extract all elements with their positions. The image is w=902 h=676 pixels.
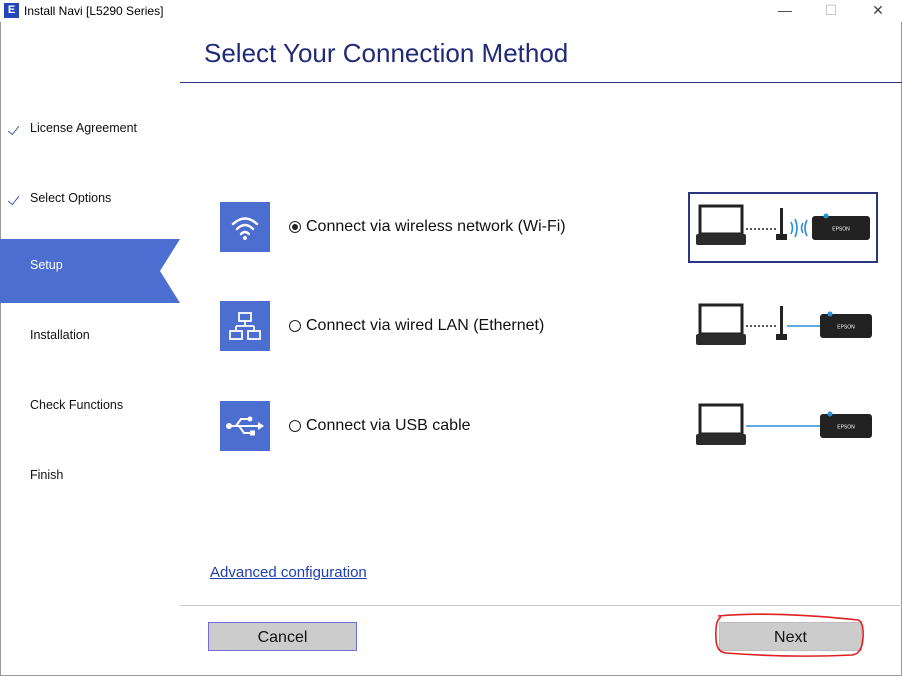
advanced-configuration-link[interactable]: Advanced configuration <box>210 564 367 581</box>
wifi-connection-diagram: EPSON <box>696 204 870 245</box>
sidebar-item-setup: Setup <box>0 239 160 303</box>
lan-radio[interactable] <box>289 320 301 332</box>
printer-brand-label: EPSON <box>837 325 855 331</box>
sidebar-item-label: Installation <box>30 328 90 342</box>
maximize-button[interactable]: ☐ <box>808 0 854 22</box>
window-title: Install Navi [L5290 Series] <box>24 4 164 18</box>
checkmark-icon <box>7 192 20 206</box>
sidebar-item-check-functions: Check Functions <box>0 374 180 438</box>
lan-option-label[interactable]: Connect via wired LAN (Ethernet) <box>306 317 544 335</box>
title-divider <box>180 82 902 83</box>
usb-option-label[interactable]: Connect via USB cable <box>306 417 471 435</box>
footer-divider <box>180 605 902 606</box>
page-title: Select Your Connection Method <box>204 38 569 68</box>
sidebar-item-select-options: Select Options <box>0 166 180 230</box>
wifi-option-label[interactable]: Connect via wireless network (Wi-Fi) <box>306 218 566 236</box>
sidebar-item-finish: Finish <box>0 444 180 508</box>
cancel-button[interactable]: Cancel <box>208 622 357 651</box>
red-circle-annotation <box>715 613 864 657</box>
checkmark-icon <box>7 122 20 136</box>
printer-brand-label: EPSON <box>837 425 855 431</box>
sidebar-item-label: Check Functions <box>30 398 124 412</box>
sidebar-item-label: Select Options <box>30 191 112 205</box>
sidebar-item-license-agreement: License Agreement <box>0 96 180 160</box>
close-button[interactable]: ✕ <box>855 0 901 22</box>
wifi-icon[interactable] <box>220 202 270 252</box>
app-icon: E <box>4 3 19 18</box>
sidebar-item-label: Finish <box>30 468 64 482</box>
minimize-button[interactable]: — <box>762 0 808 22</box>
sidebar-item-label: Setup <box>30 258 63 272</box>
sidebar-item-installation: Installation <box>0 304 180 368</box>
usb-radio[interactable] <box>289 420 301 432</box>
network-icon[interactable] <box>220 301 270 351</box>
printer-brand-label: EPSON <box>832 227 850 233</box>
sidebar-item-label: License Agreement <box>30 121 138 135</box>
wifi-radio[interactable] <box>289 221 301 233</box>
lan-connection-diagram: EPSON <box>696 303 872 345</box>
usb-icon[interactable] <box>220 401 270 451</box>
active-step-arrow <box>158 239 180 303</box>
usb-connection-diagram: EPSON <box>696 403 872 445</box>
